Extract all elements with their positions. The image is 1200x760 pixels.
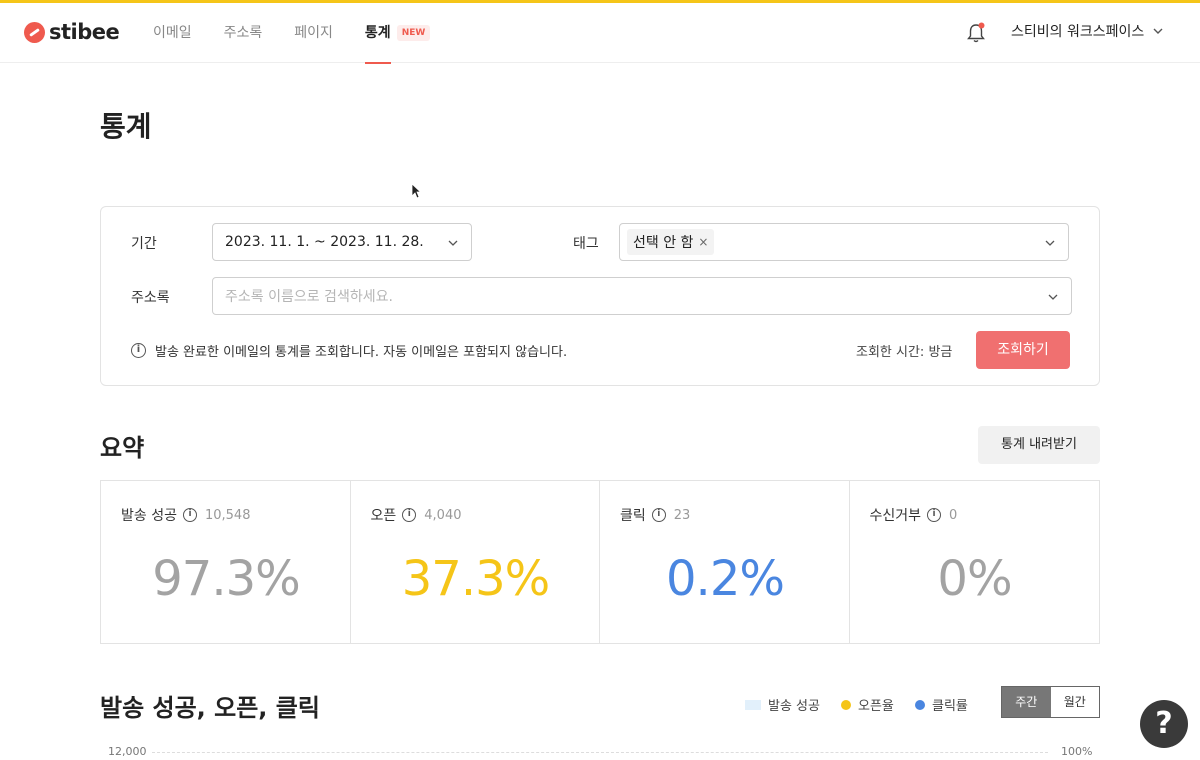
- addressbook-placeholder: 주소록 이름으로 검색하세요.: [225, 289, 393, 305]
- new-badge: NEW: [396, 25, 431, 41]
- card-value: 0%: [937, 551, 1012, 607]
- card-value: 0.2%: [666, 551, 785, 607]
- tag-chip-remove-icon[interactable]: ×: [698, 235, 708, 249]
- info-icon[interactable]: i: [651, 508, 666, 522]
- chevron-down-icon: [1153, 28, 1163, 34]
- card-value: 97.3%: [152, 551, 300, 607]
- card-open: 오픈 i 4,040 37.3%: [351, 481, 600, 643]
- info-icon[interactable]: i: [402, 508, 417, 522]
- tag-label: 태그: [573, 236, 599, 252]
- info-text: 발송 완료한 이메일의 통계를 조회합니다. 자동 이메일은 포함되지 않습니다…: [155, 345, 568, 360]
- download-stats-button[interactable]: 통계 내려받기: [978, 426, 1100, 464]
- legend-dot: [915, 699, 925, 710]
- tag-select[interactable]: 선택 안 함 ×: [619, 223, 1069, 261]
- addressbook-search[interactable]: 주소록 이름으로 검색하세요.: [212, 277, 1072, 315]
- card-count: 10,548: [204, 507, 251, 523]
- workspace-name: 스티비의 워크스페이스: [1011, 24, 1145, 40]
- info-icon: i: [131, 343, 146, 358]
- legend-item-sent: 발송 성공: [745, 695, 820, 714]
- card-unsubscribe: 수신거부 i 0 0%: [850, 481, 1100, 643]
- y-axis-right-tick: 100%: [1061, 745, 1093, 758]
- card-click: 클릭 i 23 0.2%: [600, 481, 850, 643]
- workspace-selector[interactable]: 스티비의 워크스페이스: [1011, 21, 1164, 41]
- card-label: 발송 성공: [121, 508, 177, 524]
- legend-dot: [841, 699, 851, 710]
- card-value: 37.3%: [401, 551, 550, 607]
- page-title: 통계: [100, 110, 152, 143]
- legend-swatch: [745, 699, 761, 710]
- chart-gridline: [152, 752, 1048, 753]
- logo-text: stibee: [49, 20, 120, 44]
- header: stibee 이메일 주소록 페이지 통계 NEW 스티비의 워크스페이스: [0, 3, 1200, 64]
- chevron-down-icon: [1048, 294, 1058, 300]
- card-count: 23: [673, 507, 691, 523]
- period-select[interactable]: 2023. 11. 1. ~ 2023. 11. 28.: [212, 223, 472, 261]
- card-sent-success: 발송 성공 i 10,548 97.3%: [101, 481, 351, 643]
- toggle-weekly[interactable]: 주간: [1002, 687, 1051, 717]
- nav-item-email[interactable]: 이메일: [153, 3, 192, 63]
- chart-section-title: 발송 성공, 오픈, 클릭: [100, 694, 320, 722]
- tag-chip: 선택 안 함 ×: [627, 229, 715, 255]
- addressbook-label: 주소록: [131, 290, 170, 306]
- legend-item-open-rate: 오픈율: [841, 695, 894, 714]
- info-icon[interactable]: i: [927, 508, 942, 522]
- stibee-logo-icon: [24, 21, 45, 43]
- period-value: 2023. 11. 1. ~ 2023. 11. 28.: [225, 234, 424, 250]
- filter-panel: 기간 2023. 11. 1. ~ 2023. 11. 28. 태그 선택 안 …: [100, 206, 1100, 386]
- card-label: 클릭: [620, 508, 646, 524]
- y-axis-left-tick: 12,000: [108, 745, 147, 758]
- legend-item-click-rate: 클릭률: [915, 695, 968, 714]
- mouse-cursor-icon: [411, 183, 421, 199]
- period-toggle: 주간 월간: [1001, 686, 1100, 718]
- info-note: i 발송 완료한 이메일의 통계를 조회합니다. 자동 이메일은 포함되지 않습…: [131, 341, 567, 360]
- summary-title: 요약: [100, 434, 145, 462]
- info-icon[interactable]: i: [182, 508, 197, 522]
- card-label: 수신거부: [869, 508, 922, 524]
- nav-item-stats[interactable]: 통계 NEW: [364, 3, 431, 64]
- card-count: 4,040: [424, 507, 462, 523]
- query-button[interactable]: 조회하기: [976, 331, 1070, 369]
- chevron-down-icon: [1045, 240, 1055, 246]
- bell-icon[interactable]: [966, 22, 986, 44]
- main-nav: 이메일 주소록 페이지 통계 NEW: [153, 3, 462, 64]
- tag-chip-label: 선택 안 함: [633, 235, 694, 251]
- card-count: 0: [949, 507, 958, 523]
- nav-item-page[interactable]: 페이지: [294, 3, 333, 63]
- logo[interactable]: stibee: [24, 20, 120, 44]
- query-time: 조회한 시간: 방금: [856, 345, 953, 360]
- toggle-monthly[interactable]: 월간: [1051, 687, 1100, 717]
- summary-cards: 발송 성공 i 10,548 97.3% 오픈 i 4,040 37.3% 클릭…: [100, 480, 1100, 644]
- nav-item-addressbook[interactable]: 주소록: [224, 3, 263, 63]
- period-label: 기간: [131, 236, 157, 252]
- help-button[interactable]: ?: [1140, 700, 1188, 748]
- card-label: 오픈: [370, 508, 397, 524]
- chevron-down-icon: [448, 240, 458, 246]
